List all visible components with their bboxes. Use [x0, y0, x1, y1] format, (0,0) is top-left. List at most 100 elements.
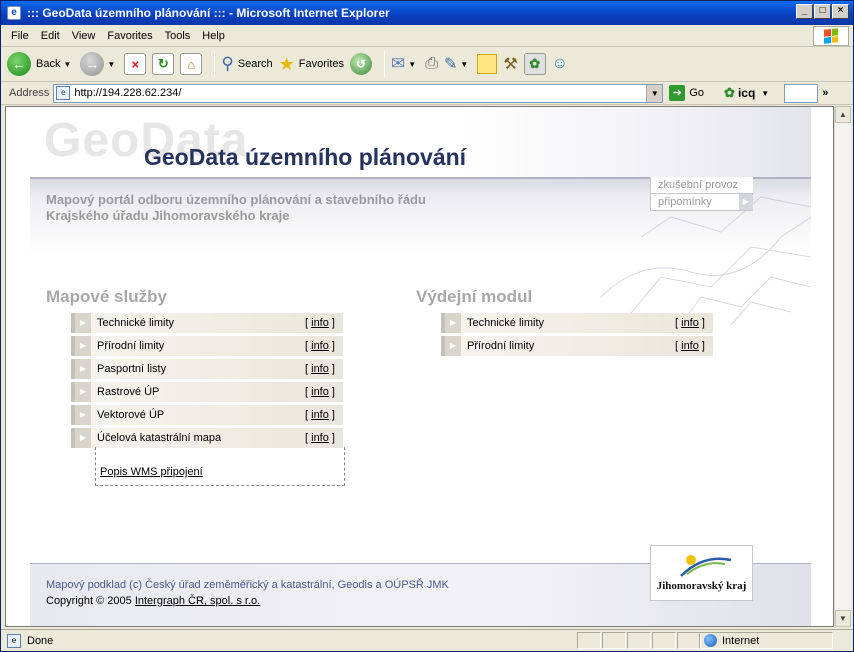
map-services-heading: Mapové služby: [46, 287, 167, 306]
mail-dropdown-icon[interactable]: ▼: [408, 60, 416, 69]
back-dropdown-icon[interactable]: ▼: [63, 60, 71, 69]
page-viewport: GeoData GeoData územního plánování Mapov…: [5, 106, 834, 627]
scroll-down-icon[interactable]: ▼: [835, 610, 851, 627]
search-button[interactable]: ⚲ Search: [221, 54, 272, 74]
stop-button[interactable]: ×: [124, 53, 147, 75]
security-zone: Internet: [699, 632, 833, 649]
info-link[interactable]: [ info ]: [305, 317, 335, 329]
info-link[interactable]: [ info ]: [305, 432, 335, 444]
toolbar-separator: [384, 51, 386, 77]
service-link[interactable]: Technické limity: [97, 317, 305, 329]
edit-button[interactable]: ✎ ▼: [444, 54, 471, 74]
info-link[interactable]: [ info ]: [305, 340, 335, 352]
info-link[interactable]: [ info ]: [305, 386, 335, 398]
home-button[interactable]: ⌂: [180, 53, 203, 75]
toolbar-overflow-icon[interactable]: »: [822, 87, 828, 99]
icq-toolbar-button[interactable]: ✿: [523, 53, 546, 75]
edit-dropdown-icon[interactable]: ▼: [460, 60, 468, 69]
maximize-button[interactable]: □: [814, 4, 831, 19]
page-footer: Mapový podklad (c) Český úřad zeměměřick…: [30, 545, 811, 626]
messenger-button[interactable]: ☺: [552, 55, 568, 73]
download-link[interactable]: Technické limity: [467, 317, 675, 329]
status-text: Done: [27, 634, 54, 647]
triangle-right-icon: ▶: [71, 428, 91, 448]
service-link[interactable]: Účelová katastrální mapa: [97, 432, 305, 444]
menu-help[interactable]: Help: [196, 30, 231, 42]
notes-button[interactable]: [477, 54, 498, 74]
icq-search-input[interactable]: [784, 83, 819, 103]
region-logo-icon: [680, 555, 732, 577]
print-icon: ⎙: [425, 55, 438, 72]
wms-description-link[interactable]: Popis WMS připojení: [100, 466, 203, 478]
subtitle-line-2: Krajského úřadu Jihomoravského kraje: [46, 208, 290, 223]
address-url[interactable]: http://194.228.62.234/: [74, 87, 181, 99]
side-link-zkusebni-provoz[interactable]: zkušební provoz: [650, 177, 753, 194]
menu-view[interactable]: View: [66, 30, 102, 42]
list-item: ▶ Přírodní limity [ info ]: [71, 336, 343, 356]
service-link[interactable]: Přírodní limity: [97, 340, 305, 352]
list-item: ▶ Účelová katastrální mapa [ info ]: [71, 428, 343, 448]
close-button[interactable]: ×: [832, 4, 849, 19]
download-link[interactable]: Přírodní limity: [467, 340, 675, 352]
info-link[interactable]: [ info ]: [305, 363, 335, 375]
print-button[interactable]: ⎙: [425, 55, 438, 73]
side-link-pripominky[interactable]: připomínky ▶: [650, 194, 753, 211]
back-button[interactable]: ← Back ▼: [7, 52, 74, 76]
menu-favorites[interactable]: Favorites: [101, 30, 158, 42]
refresh-icon: ↻: [152, 53, 175, 75]
download-module-heading: Výdejní modul: [416, 287, 533, 306]
region-logo-text: Jihomoravský kraj: [656, 580, 747, 592]
triangle-right-icon: ▶: [71, 359, 91, 379]
forward-button[interactable]: → ▼: [80, 52, 118, 76]
list-item: ▶ Technické limity [ info ]: [441, 313, 713, 333]
back-label: Back: [36, 58, 61, 70]
icq-button[interactable]: ✿ icq ▼: [724, 85, 772, 101]
minimize-button[interactable]: _: [796, 4, 813, 19]
page-header: GeoData GeoData územního plánování: [30, 107, 811, 177]
favorites-label: Favorites: [298, 58, 345, 70]
search-label: Search: [237, 58, 273, 70]
favorites-button[interactable]: ★ Favorites: [279, 54, 344, 75]
browser-window: e ::: GeoData územního plánování ::: - M…: [0, 0, 854, 652]
address-label: Address: [9, 87, 50, 99]
info-link[interactable]: [ info ]: [675, 317, 705, 329]
triangle-right-icon: ▶: [739, 194, 753, 210]
stop-icon: ×: [124, 53, 147, 75]
info-link[interactable]: [ info ]: [675, 340, 705, 352]
ie-app-icon[interactable]: e: [7, 6, 21, 20]
forward-dropdown-icon[interactable]: ▼: [107, 60, 115, 69]
mail-button[interactable]: ✉ ▼: [391, 54, 419, 74]
page-title: GeoData územního plánování: [144, 144, 467, 170]
info-link[interactable]: [ info ]: [305, 409, 335, 421]
service-link[interactable]: Vektorové ÚP: [97, 409, 305, 421]
go-arrow-icon: ➜: [669, 85, 686, 101]
portal-subtitle: Mapový portál odboru územního plánování …: [46, 192, 426, 224]
research-button[interactable]: ⚒: [503, 54, 517, 74]
service-link[interactable]: Pasportní listy: [97, 363, 305, 375]
menu-edit[interactable]: Edit: [35, 30, 66, 42]
map-services-list: ▶ Technické limity [ info ] ▶ Přírodní l…: [71, 313, 343, 451]
history-button[interactable]: ↺: [350, 53, 373, 75]
copyright: Copyright © 2005 Intergraph ČR, spol. s …: [46, 595, 260, 607]
jihomoravsky-kraj-logo[interactable]: Jihomoravský kraj: [650, 545, 753, 601]
menu-bar: File Edit View Favorites Tools Help: [1, 25, 853, 47]
vertical-scrollbar[interactable]: ▲ ▼: [834, 106, 851, 627]
icq-dropdown-icon[interactable]: ▼: [761, 89, 769, 98]
triangle-right-icon: ▶: [71, 313, 91, 333]
back-arrow-icon: ←: [7, 52, 31, 76]
address-input[interactable]: e http://194.228.62.234/ ▼: [53, 83, 664, 103]
intergraph-link[interactable]: Intergraph ČR, spol. s r.o.: [135, 595, 260, 607]
go-button[interactable]: ➜ Go: [669, 85, 704, 101]
toolbar-separator: [214, 51, 216, 77]
service-link[interactable]: Rastrové ÚP: [97, 386, 305, 398]
subtitle-line-1: Mapový portál odboru územního plánování …: [46, 192, 426, 207]
triangle-right-icon: ▶: [71, 336, 91, 356]
menu-file[interactable]: File: [1, 30, 35, 42]
scroll-up-icon[interactable]: ▲: [835, 106, 851, 123]
side-links: zkušební provoz připomínky ▶: [650, 177, 753, 211]
icq-label: icq: [737, 86, 756, 100]
windows-logo-icon: [813, 26, 849, 46]
menu-tools[interactable]: Tools: [159, 30, 197, 42]
address-dropdown-icon[interactable]: ▼: [646, 84, 663, 102]
refresh-button[interactable]: ↻: [152, 53, 175, 75]
